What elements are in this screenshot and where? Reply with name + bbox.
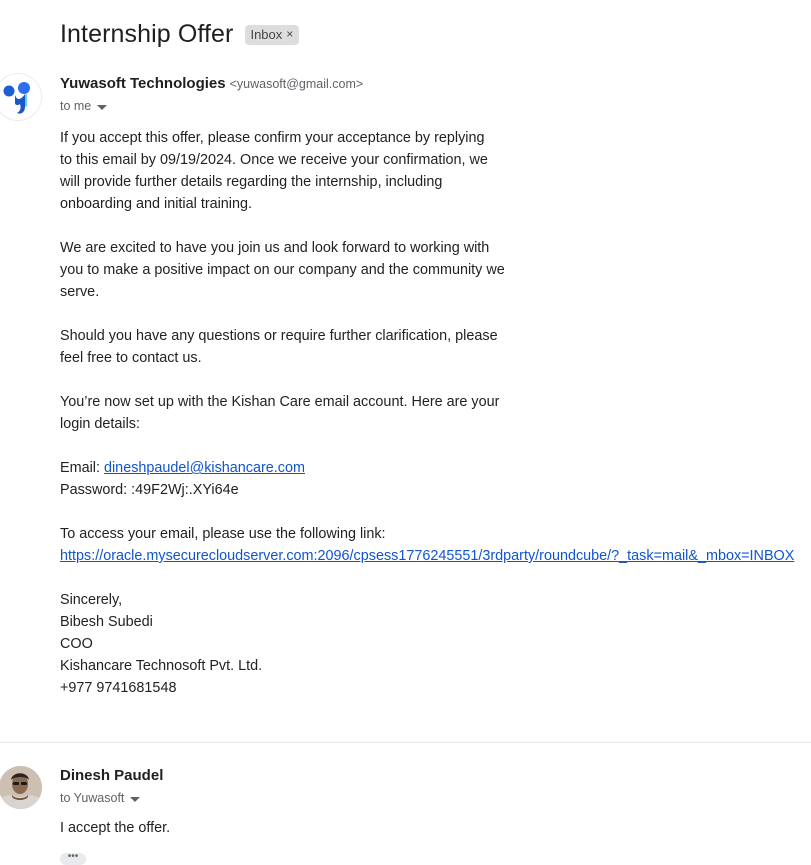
recipient-details[interactable]: to Yuwasoft	[60, 791, 141, 805]
signature-line: +977 9741681548	[60, 680, 177, 696]
body-line: to this email by 09/19/2024. Once we rec…	[60, 152, 488, 168]
signature-line: Kishancare Technosoft Pvt. Ltd.	[60, 658, 263, 674]
body-line: Should you have any questions or require…	[60, 328, 498, 344]
body-line: feel free to contact us.	[60, 350, 202, 366]
sender-email: <yuwasoft@gmail.com>	[229, 77, 364, 91]
body-line: We are excited to have you join us and l…	[60, 240, 490, 256]
email-credential-line: Email: dineshpaudel@kishancare.com	[60, 457, 811, 479]
recipient-text: to me	[60, 99, 92, 113]
body-line: login details:	[60, 416, 140, 432]
sender-line: Yuwasoft Technologies <yuwasoft@gmail.co…	[60, 75, 363, 92]
body-line: you to make a positive impact on our com…	[60, 262, 505, 278]
label-chip-text: Inbox	[250, 26, 283, 42]
recipient-details[interactable]: to me	[60, 99, 108, 113]
body-line: onboarding and initial training.	[60, 196, 253, 212]
close-icon[interactable]: ×	[286, 27, 293, 41]
signature-line: COO	[60, 636, 93, 652]
email-link[interactable]: dineshpaudel@kishancare.com	[104, 460, 305, 476]
sender-name[interactable]: Dinesh Paudel	[60, 767, 163, 784]
signature-line: Bibesh Subedi	[60, 614, 153, 630]
yuwasoft-logo-icon	[3, 82, 30, 114]
body-line: If you accept this offer, please confirm…	[60, 130, 485, 146]
signature-line: Sincerely,	[60, 592, 123, 608]
password-line: Password: :49F2Wj:.XYi64e	[60, 482, 239, 498]
body-line: will provide further details regarding t…	[60, 174, 443, 190]
sender-avatar-photo[interactable]	[0, 766, 42, 809]
sender-avatar[interactable]	[0, 73, 42, 121]
recipient-text: to Yuwasoft	[60, 791, 125, 805]
access-link[interactable]: https://oracle.mysecurecloudserver.com:2…	[60, 548, 794, 564]
avatar-photo	[0, 766, 42, 809]
access-link-line: https://oracle.mysecurecloudserver.com:2…	[60, 545, 811, 567]
subject-header: Internship Offer Inbox ×	[60, 20, 300, 49]
message-divider	[0, 742, 811, 743]
show-trimmed-content-button[interactable]: •••	[60, 852, 86, 865]
chevron-down-icon[interactable]	[130, 796, 141, 802]
body-line: You’re now set up with the Kishan Care e…	[60, 394, 500, 410]
email-label: Email:	[60, 460, 104, 476]
email-subject: Internship Offer	[60, 20, 234, 48]
body-line: serve.	[60, 284, 100, 300]
message-body: If you accept this offer, please confirm…	[60, 127, 811, 699]
label-chip-inbox[interactable]: Inbox ×	[245, 24, 300, 45]
sender-name[interactable]: Yuwasoft Technologies	[60, 75, 226, 92]
body-line: To access your email, please use the fol…	[60, 526, 386, 542]
reply-body: I accept the offer.	[60, 820, 171, 836]
chevron-down-icon[interactable]	[97, 104, 108, 110]
